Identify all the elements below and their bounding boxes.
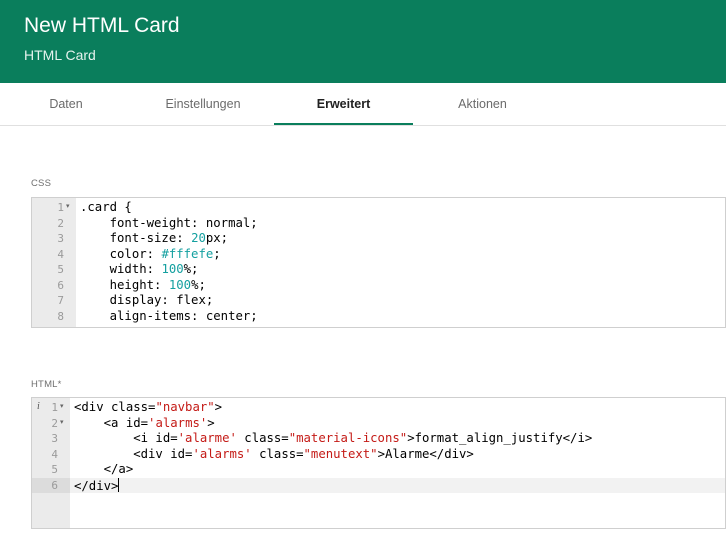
- code-token: class=: [251, 446, 304, 461]
- code-line: .card {: [80, 200, 132, 216]
- code-line: <i id='alarme' class="material-icons">fo…: [74, 431, 592, 447]
- code-token: 100: [168, 277, 192, 292]
- page-title: New HTML Card: [24, 14, 180, 37]
- code-token: .card {: [80, 200, 132, 214]
- code-token: </a>: [74, 462, 134, 476]
- code-token: >: [207, 415, 215, 430]
- text-cursor: [118, 477, 120, 492]
- code-token: <div id=: [74, 446, 193, 461]
- line-number: 2: [57, 216, 64, 230]
- code-line: align-items: center;: [80, 309, 258, 325]
- code-line: width: 100%;: [80, 262, 199, 278]
- active-tab-indicator: [274, 123, 413, 125]
- code-token: >format_align_justify</i>: [407, 431, 593, 445]
- code-token: <div class=: [74, 400, 156, 414]
- fold-toggle-icon[interactable]: ▾: [60, 418, 64, 426]
- code-token: height:: [80, 277, 169, 292]
- info-annotation-icon[interactable]: i: [37, 401, 40, 412]
- html-editor-gutter: 1 ▾ i 2 ▾ 3 4 5 6: [32, 398, 70, 528]
- code-token: font-size:: [80, 231, 192, 245]
- code-token: </div>: [74, 478, 119, 493]
- line-number: 1: [51, 401, 58, 414]
- line-number: 6: [51, 478, 58, 492]
- code-line: </a>: [74, 462, 134, 478]
- line-number: 2: [51, 416, 58, 430]
- code-token: 'alarms': [148, 415, 208, 430]
- line-number: 6: [57, 278, 64, 292]
- tab-bar: Daten Einstellungen Erweitert Aktionen: [0, 83, 726, 126]
- tab-aktionen[interactable]: Aktionen: [413, 83, 552, 126]
- line-number: 1: [57, 201, 64, 214]
- line-number: 4: [51, 447, 58, 461]
- code-token: %;: [183, 262, 199, 276]
- html-field-label: HTML*: [31, 379, 62, 390]
- css-editor-gutter: 1 ▾ 2 3 4 5 6 7 8: [32, 198, 76, 327]
- code-token: 100: [161, 262, 184, 276]
- fold-toggle-icon[interactable]: ▾: [60, 402, 64, 410]
- page-subtitle: HTML Card: [24, 47, 96, 63]
- code-token: width:: [80, 262, 162, 276]
- line-number: 3: [57, 232, 64, 245]
- code-token: #fffefe: [161, 246, 214, 261]
- tab-erweitert[interactable]: Erweitert: [274, 83, 413, 126]
- code-line: font-weight: normal;: [80, 216, 258, 232]
- code-line: display: flex;: [80, 293, 214, 309]
- code-token: "navbar": [155, 400, 215, 414]
- css-field-label: CSS: [31, 178, 52, 189]
- css-code-editor[interactable]: 1 ▾ 2 3 4 5 6 7 8 .card { font-weight: normal; f…: [31, 197, 726, 328]
- code-token: <i id=: [74, 431, 178, 445]
- line-number: 7: [57, 294, 64, 307]
- code-line: <div class="navbar">: [74, 400, 222, 416]
- code-line: font-size: 20px;: [80, 231, 228, 247]
- code-token: class=: [236, 431, 289, 445]
- code-token: ;: [213, 246, 221, 261]
- code-token: "menutext": [303, 446, 378, 461]
- fold-toggle-icon[interactable]: ▾: [66, 202, 70, 210]
- dialog-header: New HTML Card HTML Card: [0, 0, 726, 83]
- code-token: 20: [191, 231, 206, 245]
- code-token: %;: [191, 277, 206, 292]
- code-line: <a id='alarms'>: [74, 416, 215, 432]
- code-token: display: flex;: [80, 293, 214, 307]
- line-number: 8: [57, 309, 64, 323]
- code-token: font-weight: normal;: [80, 215, 258, 230]
- code-token: >Alarme</div>: [377, 446, 474, 461]
- code-token: >: [214, 400, 223, 414]
- code-token: px;: [205, 231, 229, 245]
- html-code-editor[interactable]: 1 ▾ i 2 ▾ 3 4 5 6 <div class="navbar"> <a id='al…: [31, 397, 726, 529]
- tab-einstellungen[interactable]: Einstellungen: [132, 83, 274, 126]
- tab-daten[interactable]: Daten: [0, 83, 132, 126]
- code-line: <div id='alarms' class="menutext">Alarme…: [74, 447, 474, 463]
- line-number: 5: [51, 463, 58, 476]
- line-number: 5: [57, 263, 64, 276]
- code-token: "material-icons": [288, 431, 408, 445]
- code-token: <a id=: [74, 415, 149, 430]
- active-line-highlight: [70, 477, 725, 493]
- code-token: color:: [80, 246, 162, 261]
- code-token: 'alarme': [177, 431, 237, 445]
- code-token: 'alarms': [192, 446, 252, 461]
- code-token: align-items: center;: [80, 308, 258, 323]
- line-number: 4: [57, 247, 64, 261]
- code-line: height: 100%;: [80, 278, 206, 294]
- code-line: color: #fffefe;: [80, 247, 221, 263]
- code-line: </div>: [74, 477, 120, 494]
- line-number: 3: [51, 432, 58, 445]
